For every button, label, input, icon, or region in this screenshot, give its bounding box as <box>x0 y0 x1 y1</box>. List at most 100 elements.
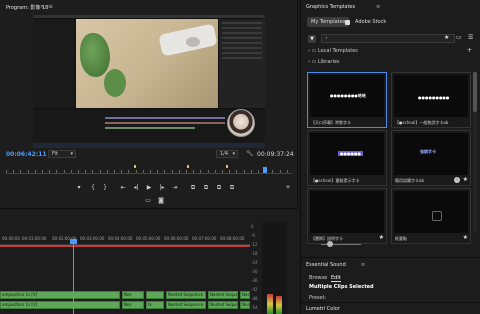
template-caption: 【天口序幕】常態字卡 <box>311 120 351 125</box>
graphics-templates-panel: Graphics Templates ≡ My Templates Adobe … <box>300 0 480 256</box>
screen-taskbar <box>33 143 265 148</box>
marker[interactable] <box>134 165 136 168</box>
chevron-right-icon: › <box>308 48 310 54</box>
extract-icon[interactable]: ⧉ <box>227 184 237 192</box>
go-to-out-icon[interactable]: ⇥ <box>170 184 180 191</box>
timeline-clip[interactable]: Nested Sequence <box>166 301 206 309</box>
ruler-tick <box>178 170 180 173</box>
filter-icon[interactable]: ▼ <box>308 35 316 43</box>
ruler-tick <box>85 170 87 173</box>
menu-icon[interactable]: ≡ <box>48 3 53 10</box>
mark-out-icon[interactable]: } <box>100 184 110 191</box>
chevron-down-icon: ▾ <box>70 151 73 157</box>
star-icon[interactable]: ★ <box>463 234 468 241</box>
timeline-clip[interactable]: Nes <box>122 291 144 299</box>
render-bar <box>0 245 250 247</box>
add-icon[interactable]: + <box>283 184 293 191</box>
search-input[interactable]: ⌕ <box>321 34 455 43</box>
camera-icon[interactable]: ◙ <box>156 197 166 204</box>
template-card[interactable]: ●●●●●●●●哈哈 【天口序幕】常態字卡 <box>307 72 387 128</box>
tab-my-templates[interactable]: My Templates <box>307 17 350 27</box>
template-card[interactable]: ●●●●●●●●● 【●school】一般敘說字卡ab <box>391 72 471 128</box>
folder-local-templates[interactable]: › ▭ Local Templates <box>308 48 358 54</box>
timeline-clip[interactable]: omposition 1s [V] <box>0 291 120 299</box>
time-ruler[interactable] <box>6 165 292 174</box>
ruler-tick <box>279 170 281 173</box>
marker[interactable] <box>187 165 189 168</box>
preset-label: Preset: <box>309 295 327 301</box>
ruler-tick <box>6 170 7 173</box>
slider-handle[interactable] <box>327 241 333 247</box>
template-caption: 【●school】重點提示字卡 <box>311 178 360 183</box>
timeline-clip[interactable]: omposition 1s [V] <box>0 301 120 309</box>
timeline-clip[interactable]: Nes <box>122 301 144 309</box>
webcam-overlay <box>227 109 255 137</box>
ruler-tick <box>186 170 187 173</box>
scrollbar-thumb[interactable] <box>473 72 477 112</box>
tab-adobe-stock[interactable]: Adobe Stock <box>351 17 390 27</box>
step-forward-icon[interactable]: |▸ <box>157 184 167 191</box>
go-to-in-icon[interactable]: ⇤ <box>118 184 128 191</box>
ruler-tick <box>63 170 65 173</box>
ruler-tick <box>200 170 202 173</box>
timeline-clip[interactable]: Nested Sequence <box>166 291 206 299</box>
zoom-value: Fit <box>52 151 58 157</box>
timeline-clip[interactable]: Nest <box>240 291 250 299</box>
step-back-icon[interactable]: ◂| <box>131 184 141 191</box>
template-caption: 備用誤觸字卡ab <box>395 178 424 183</box>
ruler-label: 00:00:00 <box>2 236 20 241</box>
timeline-ruler[interactable]: 00:00:00 00:01:00:00 00:02:00:00 00:03:0… <box>0 235 250 245</box>
chevron-right-icon: › <box>308 59 310 65</box>
safe-margins-icon[interactable]: ▭ <box>143 197 153 204</box>
program-monitor-panel: Program: 影像 18 ✕ ≡ 00:06:42:11 Fit ▾ 1/4… <box>0 0 298 207</box>
quality-select[interactable]: 1/4 ▾ <box>216 150 238 158</box>
ruler-tick <box>56 170 58 173</box>
template-card[interactable]: ●●●●●● 【●school】重點提示字卡 <box>307 130 387 186</box>
timeline-playhead[interactable] <box>73 239 74 314</box>
star-icon[interactable]: ★ <box>444 34 449 41</box>
timeline-clip[interactable]: Nested Sequenc <box>208 291 238 299</box>
ruler-tick <box>243 170 245 173</box>
panel-title[interactable]: Graphics Templates <box>306 4 355 10</box>
template-card[interactable]: 框重點 ★ <box>391 188 471 244</box>
ruler-tick <box>13 170 15 173</box>
close-icon[interactable]: ✕ <box>40 4 44 10</box>
timeline-clip[interactable]: Nested Sequence <box>208 301 238 309</box>
zoom-select[interactable]: Fit ▾ <box>48 150 76 158</box>
timeline-clip[interactable]: Nes <box>240 301 250 309</box>
timeline-clip[interactable] <box>146 291 164 299</box>
lift-icon[interactable]: ⧉ <box>214 184 224 192</box>
star-icon[interactable]: ★ <box>379 234 384 241</box>
list-icon[interactable]: ☰ <box>468 34 473 41</box>
template-thumbnail: 強調字卡 <box>394 133 468 175</box>
template-card[interactable]: 強調字卡 備用誤觸字卡ab i ★ <box>391 130 471 186</box>
template-card[interactable]: 【團隊】說明字卡 ★ <box>307 188 387 244</box>
overwrite-icon[interactable]: ⧉ <box>201 184 211 192</box>
add-marker-icon[interactable]: ▾ <box>74 184 84 191</box>
composition-preview-image <box>76 19 218 108</box>
meter-bar-right <box>276 296 282 314</box>
mark-in-icon[interactable]: { <box>88 184 98 191</box>
add-icon[interactable]: + <box>467 47 472 54</box>
info-icon[interactable]: i <box>454 177 460 183</box>
tab-browse[interactable]: Browse <box>309 275 327 281</box>
playhead[interactable] <box>263 167 267 173</box>
panel-title[interactable]: Essential Sound <box>306 262 346 268</box>
folder-libraries[interactable]: › ▭ Libraries <box>308 59 340 65</box>
tab-edit[interactable]: Edit <box>331 275 341 282</box>
wrench-icon[interactable]: 🔧︎ <box>246 150 254 157</box>
marker[interactable] <box>226 165 228 168</box>
timeline-clip[interactable]: fx <box>146 301 164 309</box>
insert-icon[interactable]: ⧉ <box>188 184 198 192</box>
ruler-tick <box>78 170 79 173</box>
panel-title[interactable]: Lumetri Color <box>306 306 340 312</box>
star-icon[interactable]: ★ <box>463 176 468 183</box>
ruler-tick <box>34 170 36 173</box>
play-icon[interactable]: ▶ <box>144 184 154 191</box>
new-folder-icon[interactable]: ▭ <box>456 34 462 41</box>
video-frame[interactable] <box>33 15 265 148</box>
audio-meter <box>262 222 287 314</box>
menu-icon[interactable]: ≡ <box>376 4 380 10</box>
menu-icon[interactable]: ≡ <box>361 262 365 268</box>
playhead-timecode[interactable]: 00:06:42:11 <box>6 151 47 158</box>
